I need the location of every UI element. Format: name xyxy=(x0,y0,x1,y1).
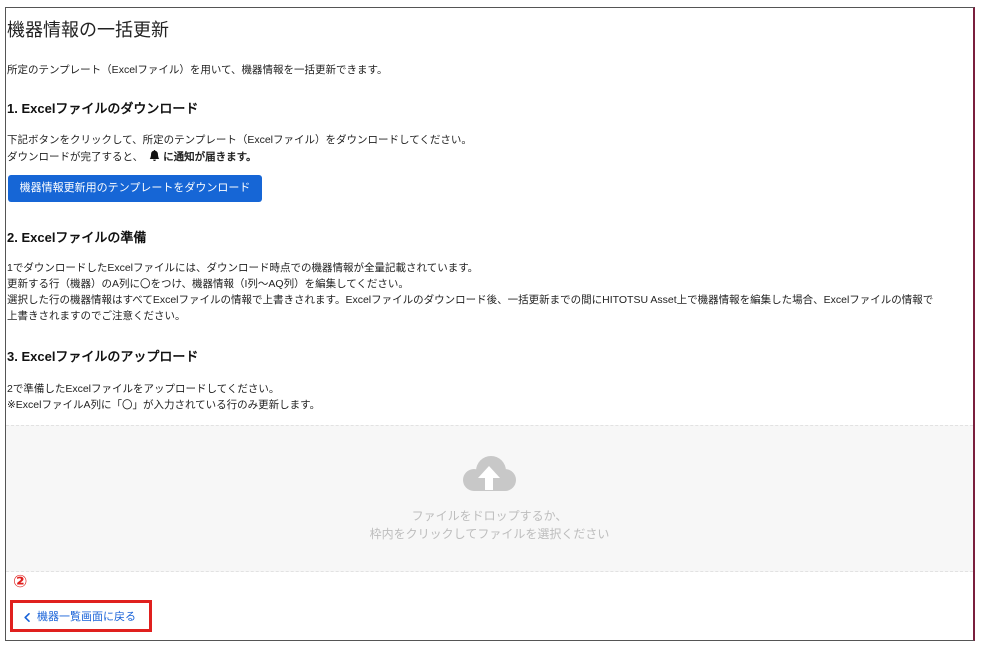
dropzone-hint-line: ファイルをドロップするか、 xyxy=(411,509,568,523)
prepare-section-heading: 2. Excelファイルの準備 xyxy=(7,230,147,245)
annotation-marker: ② xyxy=(13,572,28,591)
download-section-heading: 1. Excelファイルのダウンロード xyxy=(7,101,199,116)
page-title: 機器情報の一括更新 xyxy=(7,20,169,40)
file-dropzone[interactable]: ファイルをドロップするか、 枠内をクリックしてファイルを選択ください xyxy=(6,425,973,572)
chevron-left-icon xyxy=(24,612,30,622)
page: 機器情報の一括更新 所定のテンプレート（Excelファイル）を用いて、機器情報を… xyxy=(0,0,984,646)
download-instruction: 下記ボタンをクリックして、所定のテンプレート（Excelファイル）をダウンロード… xyxy=(7,134,472,146)
notice-suffix: に通知が届きます。 xyxy=(163,151,257,163)
dropzone-hint-line: 枠内をクリックしてファイルを選択ください xyxy=(369,527,610,541)
download-template-button[interactable]: 機器情報更新用のテンプレートをダウンロード xyxy=(8,175,262,202)
prepare-line: 選択した行の機器情報はすべてExcelファイルの情報で上書きされます。Excel… xyxy=(7,294,934,306)
bell-icon xyxy=(149,150,160,161)
upload-line: 2で準備したExcelファイルをアップロードしてください。 xyxy=(7,383,280,395)
download-notice: ダウンロードが完了すると、 に通知が届きます。 xyxy=(7,149,257,165)
cloud-upload-icon xyxy=(458,455,520,495)
prepare-line: 1でダウンロードしたExcelファイルには、ダウンロード時点での機器情報が全量記… xyxy=(7,262,479,274)
back-to-list-link[interactable]: 機器一覧画面に戻る xyxy=(24,609,136,625)
upload-section-heading: 3. Excelファイルのアップロード xyxy=(7,349,199,364)
page-description: 所定のテンプレート（Excelファイル）を用いて、機器情報を一括更新できます。 xyxy=(7,64,388,76)
notice-prefix: ダウンロードが完了すると、 xyxy=(7,151,144,163)
upload-line: ※ExcelファイルA列に「〇」が入力されている行のみ更新します。 xyxy=(7,399,321,411)
prepare-line: 更新する行（機器）のA列に〇をつけ、機器情報（I列～AQ列）を編集してください。 xyxy=(7,278,409,290)
prepare-line: 上書きされますのでご注意ください。 xyxy=(7,310,186,322)
back-link-label: 機器一覧画面に戻る xyxy=(37,611,136,623)
